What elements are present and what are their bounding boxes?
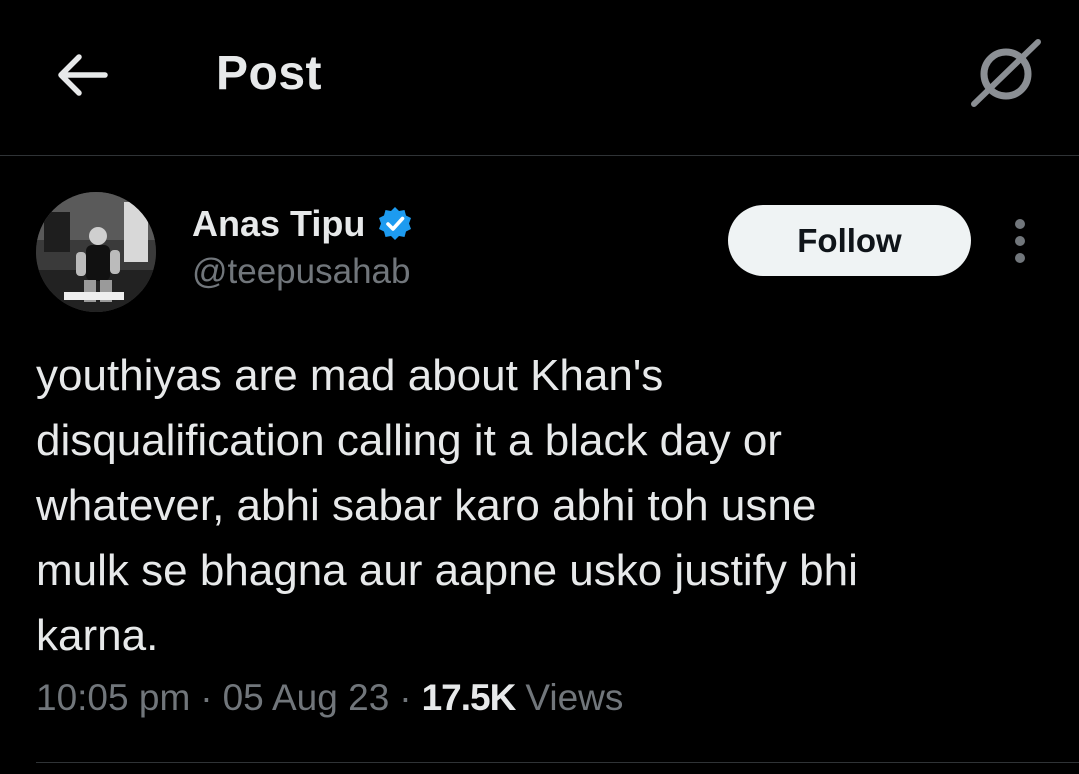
views-count[interactable]: 17.5K [422,677,517,719]
tweet-line: whatever, abhi sabar karo abhi toh usne [36,481,817,530]
back-button[interactable] [52,44,114,106]
separator-dot: · [399,677,412,718]
metadata-divider [36,762,1079,763]
tweet-date[interactable]: 05 Aug 23 [223,677,390,719]
views-label: Views [525,677,624,718]
tweet-text: youthiyas are mad about Khan's disqualif… [36,343,1046,668]
author-name-row[interactable]: Anas Tipu [192,203,413,245]
arrow-left-icon [58,54,108,96]
tweet-metadata: 10:05 pm · 05 Aug 23 · 17.5K Views [36,677,623,719]
more-options-button[interactable] [1000,216,1040,266]
tweet-line: mulk se bhagna aur aapne usko justify bh… [36,546,858,595]
verified-badge-icon [379,207,412,240]
header-divider [0,155,1079,156]
tweet-line: disqualification calling it a black day … [36,416,782,465]
avatar[interactable] [36,192,156,312]
top-bar: Post [0,0,1079,156]
grok-button[interactable] [966,36,1046,112]
vertical-dots-icon [1015,219,1025,263]
separator-dot: · [200,677,213,718]
page-title: Post [216,47,323,100]
author-name[interactable]: Anas Tipu [192,203,365,245]
avatar-photo [36,192,156,312]
tweet-time[interactable]: 10:05 pm [36,677,190,719]
grok-slash-icon [971,39,1041,107]
tweet-line: youthiyas are mad about Khan's [36,351,664,400]
follow-button[interactable]: Follow [728,205,971,276]
tweet-line: karna. [36,611,159,660]
author-handle[interactable]: @teepusahab [192,252,410,292]
